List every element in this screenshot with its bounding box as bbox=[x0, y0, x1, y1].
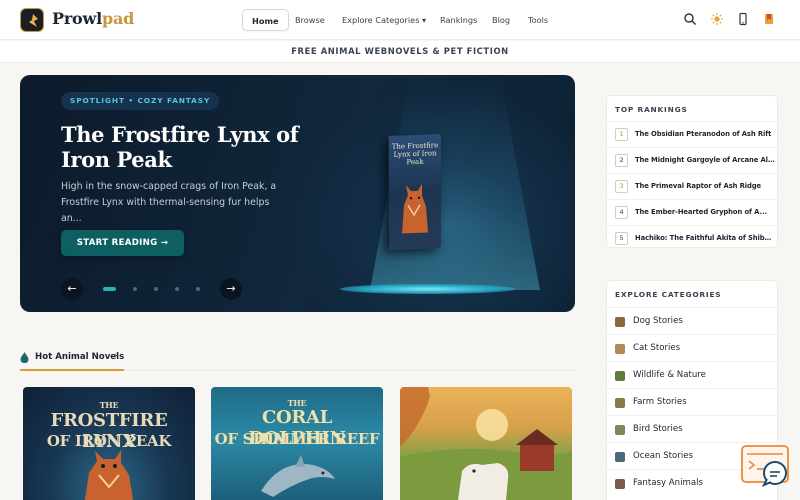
hero-tag: SPOTLIGHT • COZY FANTASY bbox=[61, 92, 220, 110]
novel-card-coral-dolphin[interactable]: THE CORAL DOLPHIN OF SHIMMER REEF bbox=[211, 387, 383, 500]
rank-number: 4 bbox=[615, 206, 628, 219]
dog-icon bbox=[615, 317, 625, 327]
category-label: Dog Stories bbox=[633, 316, 683, 326]
carousel-prev-button[interactable]: ← bbox=[61, 278, 83, 300]
brand-prefix: Prowl bbox=[52, 9, 102, 28]
novel-card-farm[interactable] bbox=[400, 387, 572, 500]
hot-novels-label: Hot Animal Novels bbox=[35, 352, 125, 362]
chevron-right-icon[interactable]: › bbox=[114, 351, 118, 361]
card-subtitle: OF IRON PEAK bbox=[46, 432, 172, 450]
ranking-row[interactable]: 3 The Primeval Raptor of Ash Ridge bbox=[607, 173, 779, 199]
category-label: Farm Stories bbox=[633, 397, 687, 407]
category-label: Cat Stories bbox=[633, 343, 681, 353]
category-farm-stories[interactable]: Farm Stories bbox=[607, 388, 779, 415]
ocean-icon bbox=[615, 452, 625, 462]
search-icon[interactable] bbox=[683, 12, 697, 26]
lynx-illustration-icon bbox=[402, 183, 428, 234]
logo-icon[interactable] bbox=[20, 8, 44, 32]
carousel-next-button[interactable]: → bbox=[220, 278, 242, 300]
spotlight-beam-icon bbox=[370, 75, 540, 290]
farm-illustration-icon bbox=[400, 387, 572, 500]
category-dog-stories[interactable]: Dog Stories bbox=[607, 307, 779, 334]
ranking-row[interactable]: 1 The Obsidian Pteranodon of Ash Rift bbox=[607, 121, 779, 147]
rank-number: 5 bbox=[615, 232, 628, 245]
ranking-row[interactable]: 5 Hachiko: The Faithful Akita of Shibuya bbox=[607, 225, 779, 251]
sun-icon[interactable] bbox=[710, 12, 724, 26]
category-wildlife-nature[interactable]: Wildlife & Nature bbox=[607, 361, 779, 388]
carousel-dot-2[interactable] bbox=[133, 287, 137, 291]
nav-explore-categories[interactable]: Explore Categories ▾ bbox=[342, 9, 426, 31]
carousel-dot-5[interactable] bbox=[196, 287, 200, 291]
pedestal-glow bbox=[340, 284, 515, 294]
brand-suffix: pad bbox=[102, 9, 135, 28]
carousel-dot-3[interactable] bbox=[154, 287, 158, 291]
nav-rankings[interactable]: Rankings bbox=[440, 9, 477, 31]
rank-number: 2 bbox=[615, 154, 628, 167]
ranking-row[interactable]: 2 The Midnight Gargoyle of Arcane Al... bbox=[607, 147, 779, 173]
hero-book-cover[interactable]: The Frostfire Lynx of Iron Peak bbox=[388, 134, 441, 250]
bird-icon bbox=[615, 425, 625, 435]
rank-number: 1 bbox=[615, 128, 628, 141]
top-rankings-panel: TOP RANKINGS 1 The Obsidian Pteranodon o… bbox=[606, 95, 779, 251]
hero-book-title: The Frostfire Lynx of Iron Peak bbox=[391, 141, 439, 167]
cat-icon bbox=[615, 344, 625, 354]
hero-description: High in the snow-capped crags of Iron Pe… bbox=[61, 181, 277, 224]
wildlife-icon bbox=[615, 371, 625, 381]
nav-blog[interactable]: Blog bbox=[492, 9, 510, 31]
carousel-dot-4[interactable] bbox=[175, 287, 179, 291]
rank-number: 3 bbox=[615, 180, 628, 193]
category-bird-stories[interactable]: Bird Stories bbox=[607, 415, 779, 442]
drop-icon bbox=[20, 352, 29, 363]
category-cat-stories[interactable]: Cat Stories bbox=[607, 334, 779, 361]
chat-support-icon[interactable] bbox=[741, 445, 791, 489]
nav-home[interactable]: Home bbox=[242, 9, 289, 31]
nav-browse[interactable]: Browse bbox=[295, 9, 325, 31]
nav-tools[interactable]: Tools bbox=[528, 9, 548, 31]
ranking-row[interactable]: 4 The Ember-Hearted Gryphon of A... bbox=[607, 199, 779, 225]
dolphin-illustration-icon bbox=[261, 455, 335, 497]
hero-carousel[interactable]: The Frostfire Lynx of Iron Peak SPOTLIGH… bbox=[20, 75, 575, 312]
fantasy-icon bbox=[615, 479, 625, 489]
section-underline bbox=[20, 369, 124, 371]
card-title-prefix: THE bbox=[99, 400, 119, 410]
novel-card-frostfire-lynx[interactable]: THE FROSTFIRE LYNX OF IRON PEAK bbox=[23, 387, 195, 500]
hero-title[interactable]: The Frostfire Lynx of Iron Peak bbox=[61, 122, 301, 172]
rank-title[interactable]: The Obsidian Pteranodon of Ash Rift bbox=[635, 130, 775, 138]
bookmark-icon[interactable] bbox=[762, 12, 776, 26]
rankings-title: TOP RANKINGS bbox=[615, 105, 688, 114]
rank-title[interactable]: The Primeval Raptor of Ash Ridge bbox=[635, 182, 775, 190]
sub-banner: FREE ANIMAL WEBNOVELS & PET FICTION bbox=[0, 41, 800, 63]
farm-icon bbox=[615, 398, 625, 408]
rank-title[interactable]: Hachiko: The Faithful Akita of Shibuya bbox=[635, 234, 775, 242]
rank-title[interactable]: The Midnight Gargoyle of Arcane Al... bbox=[635, 156, 775, 164]
top-nav: Prowlpad Home Browse Explore Categories … bbox=[0, 0, 800, 40]
category-label: Bird Stories bbox=[633, 424, 683, 434]
lynx-illustration-icon bbox=[85, 450, 133, 500]
card-subtitle: OF SHIMMER REEF bbox=[214, 430, 380, 448]
categories-title: EXPLORE CATEGORIES bbox=[615, 290, 722, 299]
phone-icon[interactable] bbox=[736, 12, 750, 26]
category-label: Fantasy Animals bbox=[633, 478, 704, 488]
carousel-dot-1[interactable] bbox=[103, 287, 116, 291]
category-label: Wildlife & Nature bbox=[633, 370, 706, 380]
category-label: Ocean Stories bbox=[633, 451, 693, 461]
start-reading-button[interactable]: START READING → bbox=[61, 230, 184, 256]
rank-title[interactable]: The Ember-Hearted Gryphon of A... bbox=[635, 208, 775, 216]
brand-name[interactable]: Prowlpad bbox=[52, 9, 134, 28]
